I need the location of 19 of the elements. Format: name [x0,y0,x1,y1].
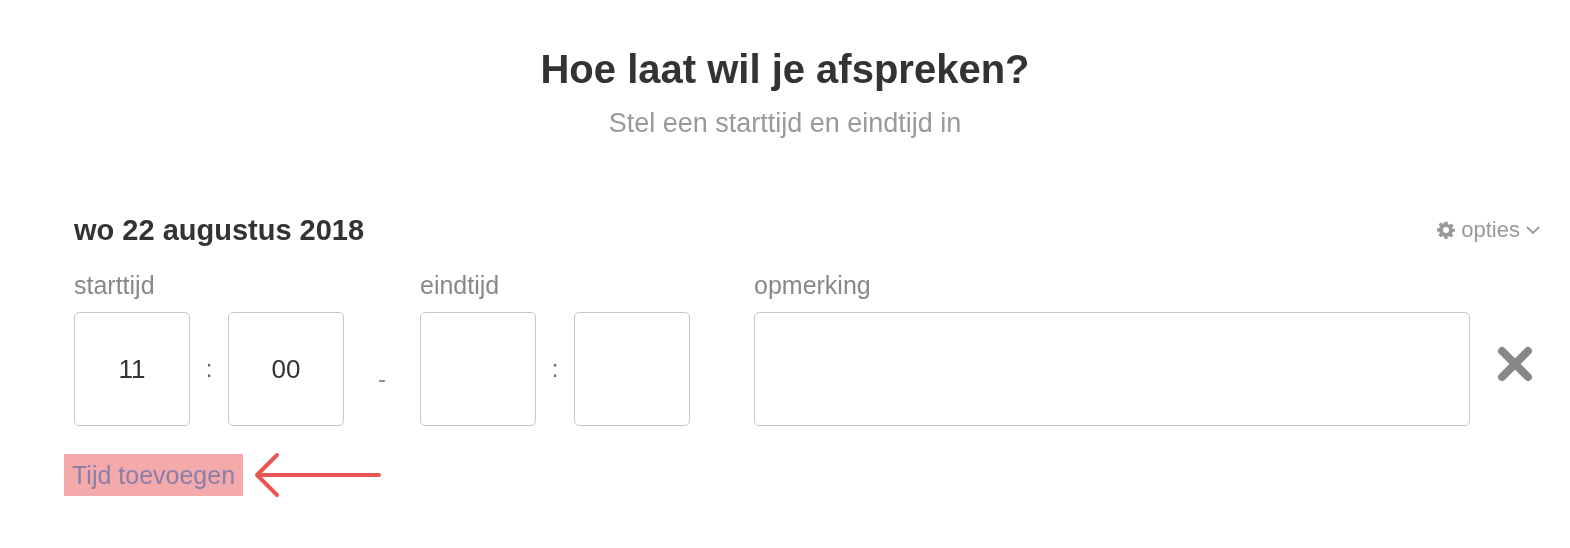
field-label: eindtijd [420,270,500,300]
field-label: starttijd [74,270,155,300]
field-label: opmerking [754,270,871,300]
settings-icon [1437,221,1456,239]
hour-field[interactable] [420,312,536,426]
arrow-icon [253,450,382,500]
close-icon [1496,346,1534,382]
minute-field[interactable] [574,312,690,426]
time-separator: : [204,355,214,383]
range-separator: - [377,365,387,393]
chevron-down-icon [1526,225,1540,235]
page-subtitle: Stel een starttijd en eindtijd in [607,107,963,140]
page-title: Hoe laat wil je afspreken? [539,46,1031,93]
time-separator: : [550,355,560,383]
close-button[interactable] [1496,346,1534,382]
minute-field[interactable]: 00 [228,312,344,426]
date-heading: wo 22 augustus 2018 [74,213,365,248]
hour-field[interactable]: 11 [74,312,190,426]
note-field[interactable] [754,312,1470,426]
